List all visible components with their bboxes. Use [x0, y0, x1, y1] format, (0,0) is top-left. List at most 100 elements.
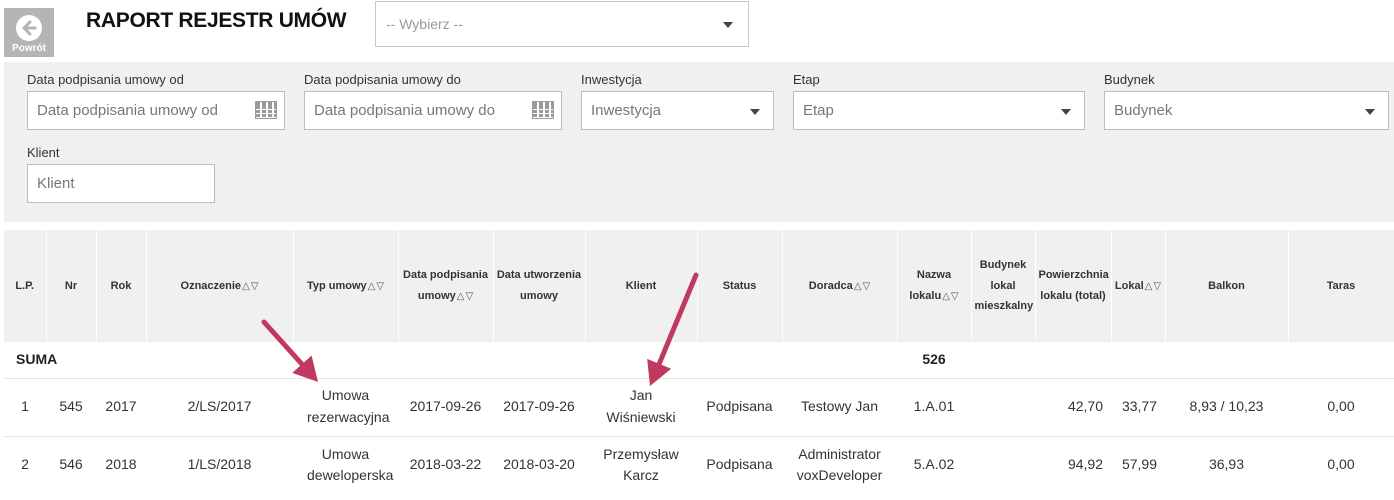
column-header: Budynek lokal mieszkalny — [971, 230, 1036, 342]
column-header-label: Status — [722, 279, 757, 292]
cell-status: Podpisana — [697, 377, 782, 436]
column-header[interactable]: Typ umowy △▽ — [293, 230, 399, 342]
cell-powierzchnia: 42,70 — [1035, 377, 1111, 436]
column-header: Nr — [46, 230, 97, 342]
column-header-label: Oznaczenie — [180, 279, 242, 292]
cell-klient: Jan Wiśniewski — [585, 377, 697, 436]
cell-rok: 2017 — [96, 377, 146, 436]
cell-nr: 546 — [46, 435, 96, 494]
date-to-field[interactable]: Data podpisania umowy do — [304, 91, 562, 130]
column-header: L.P. — [4, 230, 47, 342]
summary-row: SUMA 526 — [4, 342, 1394, 378]
cell-doradca: Testowy Jan — [782, 377, 897, 436]
sort-desc-icon[interactable]: ▽ — [863, 277, 871, 296]
back-button[interactable]: Powrót — [4, 8, 54, 57]
sort-desc-icon[interactable]: ▽ — [251, 277, 259, 296]
arrow-left-icon — [16, 15, 42, 41]
chevron-down-icon — [723, 22, 733, 28]
column-header[interactable]: Lokal △▽ — [1111, 230, 1166, 342]
filter-panel: Data podpisania umowy od Data podpisania… — [4, 62, 1394, 222]
chevron-down-icon — [750, 109, 760, 115]
cell-budynek — [971, 377, 1035, 436]
summary-label: SUMA — [16, 350, 58, 367]
column-header-label: Rok — [110, 279, 132, 292]
investment-placeholder: Inwestycja — [591, 102, 662, 119]
column-header-label: Doradca — [808, 279, 853, 292]
column-header-label: Nr — [64, 279, 78, 292]
cell-typ-umowy: Umowa deweloperska — [293, 435, 398, 494]
sort-icons[interactable]: △▽ — [941, 291, 958, 302]
cell-nazwa-lokalu: 1.A.01 — [897, 377, 971, 436]
back-label: Powrót — [12, 43, 46, 54]
cell-lp: 2 — [4, 435, 46, 494]
cell-data-podpisania: 2017-09-26 — [398, 377, 493, 436]
table-row: 1 545 2017 2/LS/2017 Umowa rezerwacyjna 2017-… — [4, 377, 1394, 436]
calendar-icon[interactable] — [532, 101, 554, 119]
column-header[interactable]: Nazwa lokalu △▽ — [897, 230, 972, 342]
date-to-label: Data podpisania umowy do — [304, 72, 461, 87]
sort-icons[interactable]: △▽ — [367, 281, 384, 292]
column-header[interactable]: Oznaczenie △▽ — [146, 230, 294, 342]
column-header-label: Taras — [1326, 279, 1356, 292]
summary-spacer — [146, 342, 897, 378]
column-header: Powierzchnia lokalu (total) — [1035, 230, 1112, 342]
report-select[interactable]: -- Wybierz -- — [375, 1, 749, 47]
column-header-label: L.P. — [15, 279, 35, 292]
column-header[interactable]: Data podpisania umowy △▽ — [398, 230, 494, 342]
column-header-label: Data podpisania umowy — [403, 269, 488, 302]
sort-icons[interactable]: △▽ — [456, 291, 473, 302]
building-select[interactable]: Budynek — [1104, 91, 1389, 130]
summary-nazwa-lokalu-total: 526 — [922, 350, 946, 367]
cell-nr: 545 — [46, 377, 96, 436]
cell-powierzchnia: 94,92 — [1035, 435, 1111, 494]
date-from-placeholder: Data podpisania umowy od — [37, 102, 218, 119]
sort-asc-icon[interactable]: △ — [242, 277, 250, 296]
sort-asc-icon[interactable]: △ — [1145, 277, 1153, 296]
calendar-icon[interactable] — [255, 101, 277, 119]
building-label: Budynek — [1104, 72, 1155, 87]
investment-select[interactable]: Inwestycja — [581, 91, 774, 130]
sort-icons[interactable]: △▽ — [853, 281, 870, 292]
cell-balkon: 36,93 — [1165, 435, 1288, 494]
cell-data-utworzenia: 2017-09-26 — [493, 377, 585, 436]
stage-label: Etap — [793, 72, 820, 87]
cell-data-utworzenia: 2018-03-20 — [493, 435, 585, 494]
column-header[interactable]: Doradca △▽ — [782, 230, 898, 342]
cell-taras: 0,00 — [1288, 377, 1394, 436]
cell-budynek — [971, 435, 1035, 494]
cell-oznaczenie: 2/LS/2017 — [146, 377, 293, 436]
contracts-table: L.P. Nr Rok Oznaczenie △▽ Typ umowy △▽ Data p… — [4, 230, 1394, 494]
client-placeholder: Klient — [37, 175, 75, 192]
investment-label: Inwestycja — [581, 72, 642, 87]
sort-desc-icon[interactable]: ▽ — [951, 287, 959, 306]
cell-typ-umowy: Umowa rezerwacyjna — [293, 377, 398, 436]
cell-rok: 2018 — [96, 435, 146, 494]
date-from-label: Data podpisania umowy od — [27, 72, 184, 87]
sort-asc-icon[interactable]: △ — [368, 277, 376, 296]
sort-icons[interactable]: △▽ — [1144, 281, 1161, 292]
sort-asc-icon[interactable]: △ — [457, 287, 465, 306]
column-header-label: Klient — [625, 279, 657, 292]
chevron-down-icon — [1061, 109, 1071, 115]
cell-doradca: Administrator voxDeveloper — [782, 435, 897, 494]
column-header-label: Budynek lokal mieszkalny — [974, 258, 1034, 313]
building-placeholder: Budynek — [1114, 102, 1173, 119]
sort-desc-icon[interactable]: ▽ — [376, 277, 384, 296]
sort-desc-icon[interactable]: ▽ — [1153, 277, 1161, 296]
client-field[interactable]: Klient — [27, 164, 215, 203]
sort-asc-icon[interactable]: △ — [942, 287, 950, 306]
column-header: Status — [697, 230, 783, 342]
stage-select[interactable]: Etap — [793, 91, 1085, 130]
column-header: Rok — [96, 230, 147, 342]
stage-placeholder: Etap — [803, 102, 834, 119]
cell-lp: 1 — [4, 377, 46, 436]
page-title: RAPORT REJESTR UMÓW — [86, 9, 347, 32]
column-header-label: Data utworzenia umowy — [496, 269, 582, 302]
client-label: Klient — [27, 145, 60, 160]
sort-icons[interactable]: △▽ — [241, 281, 258, 292]
date-from-field[interactable]: Data podpisania umowy od — [27, 91, 285, 130]
column-header: Balkon — [1165, 230, 1289, 342]
sort-asc-icon[interactable]: △ — [854, 277, 862, 296]
column-header: Data utworzenia umowy — [493, 230, 586, 342]
sort-desc-icon[interactable]: ▽ — [465, 287, 473, 306]
